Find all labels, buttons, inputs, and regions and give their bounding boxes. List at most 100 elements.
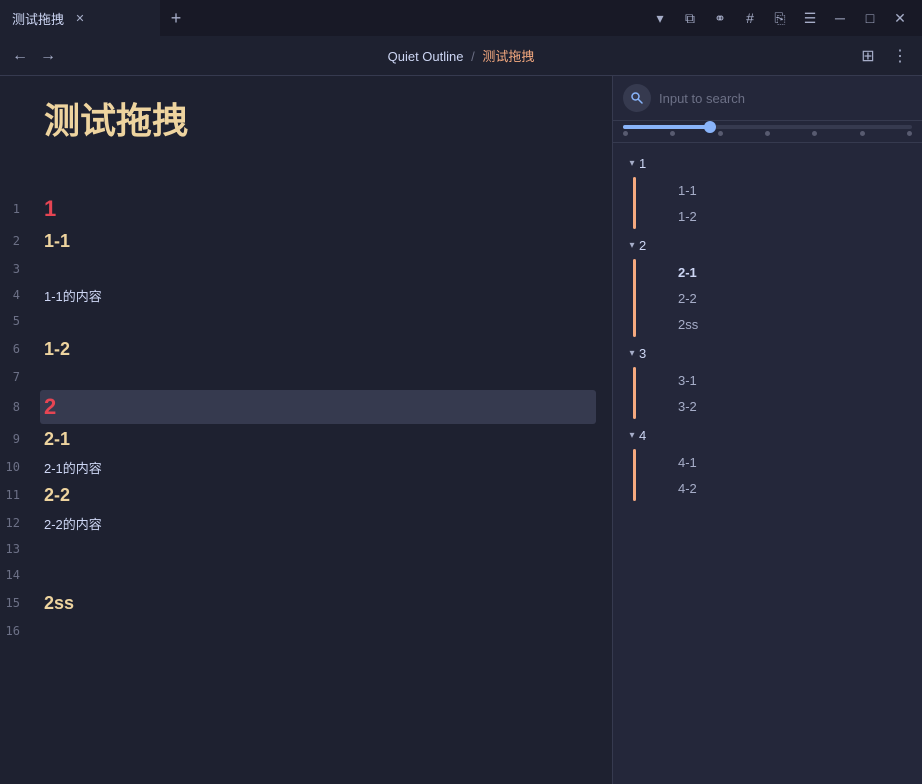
editor[interactable]: 测试拖拽 12345678910111213141516 11-11-1的内容1… <box>0 76 612 784</box>
chevron-down-icon: ▾ <box>625 346 639 360</box>
dropdown-btn[interactable]: ▾ <box>646 4 674 32</box>
outline-children: 4-14-2 <box>642 449 922 501</box>
link-btn[interactable]: ⚭ <box>706 4 734 32</box>
breadcrumb: Quiet Outline / 测试拖拽 <box>68 46 854 65</box>
breadcrumb-root[interactable]: Quiet Outline <box>388 49 464 64</box>
close-btn[interactable]: ✕ <box>886 4 914 32</box>
slider-area <box>613 121 922 143</box>
editor-content: 12345678910111213141516 11-11-1的内容1-222-… <box>0 168 612 668</box>
editor-lines: 11-1 1-1的内容 1-2 22-12-1的内容2-22-2的内容 2ss <box>40 192 612 644</box>
outline-sub-item[interactable]: 4-2 <box>646 475 918 501</box>
outline-children: 1-11-2 <box>642 177 922 229</box>
line-number: 13 <box>0 536 28 562</box>
outline-sub-item[interactable]: 4-1 <box>646 449 918 475</box>
editor-line[interactable]: 1 <box>40 192 596 226</box>
editor-line[interactable]: 2-1的内容 <box>40 454 596 480</box>
more-options-btn[interactable]: ⋮ <box>886 42 914 70</box>
line-number: 9 <box>0 424 28 454</box>
line-number: 15 <box>0 588 28 618</box>
editor-line[interactable]: 2-2的内容 <box>40 510 596 536</box>
back-button[interactable]: ← <box>8 44 32 68</box>
doc-title: 测试拖拽 <box>0 76 612 168</box>
outline-h1-item[interactable]: ▾4 <box>617 421 918 449</box>
outline-sub-container: 3-13-2 <box>613 367 922 419</box>
slider-fill <box>623 125 710 129</box>
sidebar: ▾11-11-2▾22-12-22ss▾33-13-2▾44-14-2 <box>612 76 922 784</box>
line-number: 14 <box>0 562 28 588</box>
tab-close-button[interactable]: ✕ <box>72 10 88 26</box>
line-number: 12 <box>0 510 28 536</box>
editor-line[interactable] <box>40 562 596 588</box>
editor-line[interactable] <box>40 256 596 282</box>
active-tab[interactable]: 测试拖拽 ✕ <box>0 0 160 36</box>
main-area: 测试拖拽 12345678910111213141516 11-11-1的内容1… <box>0 76 922 784</box>
editor-line[interactable]: 2 <box>40 390 596 424</box>
hash-btn[interactable]: # <box>736 4 764 32</box>
minimize-btn[interactable]: ─ <box>826 4 854 32</box>
line-number: 3 <box>0 256 28 282</box>
editor-line[interactable]: 1-1 <box>40 226 596 256</box>
outline-h1-label: 3 <box>639 346 646 361</box>
outline-bar <box>633 367 636 419</box>
editor-line[interactable] <box>40 364 596 390</box>
line-number: 7 <box>0 364 28 390</box>
editor-line[interactable]: 2-2 <box>40 480 596 510</box>
outline-h1-item[interactable]: ▾3 <box>617 339 918 367</box>
outline-sub-container: 1-11-2 <box>613 177 922 229</box>
window-controls: ▾ ⧉ ⚭ # ⎘ ☰ ─ □ ✕ <box>646 4 922 32</box>
outline-sub-item[interactable]: 2-1 <box>646 259 918 285</box>
line-number: 1 <box>0 192 28 226</box>
forward-button[interactable]: → <box>36 44 60 68</box>
outline-section: ▾22-12-22ss <box>613 231 922 337</box>
title-bar: 测试拖拽 ✕ + ▾ ⧉ ⚭ # ⎘ ☰ ─ □ ✕ <box>0 0 922 36</box>
menu-btn[interactable]: ☰ <box>796 4 824 32</box>
outline-section: ▾33-13-2 <box>613 339 922 419</box>
line-number: 10 <box>0 454 28 480</box>
slider-thumb[interactable] <box>704 121 716 133</box>
slider-dot <box>765 131 770 136</box>
copy-btn[interactable]: ⎘ <box>766 4 794 32</box>
editor-line[interactable]: 1-2 <box>40 334 596 364</box>
outline-bar <box>633 449 636 501</box>
line-number: 11 <box>0 480 28 510</box>
outline-sub-item[interactable]: 2-2 <box>646 285 918 311</box>
slider-dot <box>623 131 628 136</box>
outline-bar <box>633 259 636 337</box>
slider-track <box>623 125 912 129</box>
breadcrumb-separator: / <box>471 49 478 64</box>
outline-h1-label: 4 <box>639 428 646 443</box>
outline-sub-item[interactable]: 2ss <box>646 311 918 337</box>
chevron-down-icon: ▾ <box>625 156 639 170</box>
outline-sub-item[interactable]: 1-2 <box>646 203 918 229</box>
new-tab-button[interactable]: + <box>160 2 192 34</box>
layout-btn[interactable]: ⧉ <box>676 4 704 32</box>
outline-sub-item[interactable]: 3-1 <box>646 367 918 393</box>
slider-dot <box>812 131 817 136</box>
editor-line[interactable]: 2ss <box>40 588 596 618</box>
editor-line[interactable]: 1-1的内容 <box>40 282 596 308</box>
search-area <box>613 76 922 121</box>
outline-sub-container: 4-14-2 <box>613 449 922 501</box>
line-number: 2 <box>0 226 28 256</box>
editor-line[interactable] <box>40 308 596 334</box>
line-number: 4 <box>0 282 28 308</box>
outline-sub-item[interactable]: 3-2 <box>646 393 918 419</box>
outline-section: ▾11-11-2 <box>613 149 922 229</box>
slider-dots <box>623 131 912 136</box>
search-input[interactable] <box>659 91 912 106</box>
maximize-btn[interactable]: □ <box>856 4 884 32</box>
outline-sub-container: 2-12-22ss <box>613 259 922 337</box>
outline-h1-item[interactable]: ▾2 <box>617 231 918 259</box>
editor-line[interactable]: 2-1 <box>40 424 596 454</box>
split-view-btn[interactable]: ⊞ <box>854 42 882 70</box>
editor-line[interactable] <box>40 618 596 644</box>
outline-children: 2-12-22ss <box>642 259 922 337</box>
chevron-down-icon: ▾ <box>625 428 639 442</box>
outline-h1-item[interactable]: ▾1 <box>617 149 918 177</box>
editor-line[interactable] <box>40 536 596 562</box>
outline-bar <box>633 177 636 229</box>
outline-tree: ▾11-11-2▾22-12-22ss▾33-13-2▾44-14-2 <box>613 143 922 784</box>
outline-sub-item[interactable]: 1-1 <box>646 177 918 203</box>
slider-dot <box>860 131 865 136</box>
nav-arrows: ← → <box>8 44 60 68</box>
